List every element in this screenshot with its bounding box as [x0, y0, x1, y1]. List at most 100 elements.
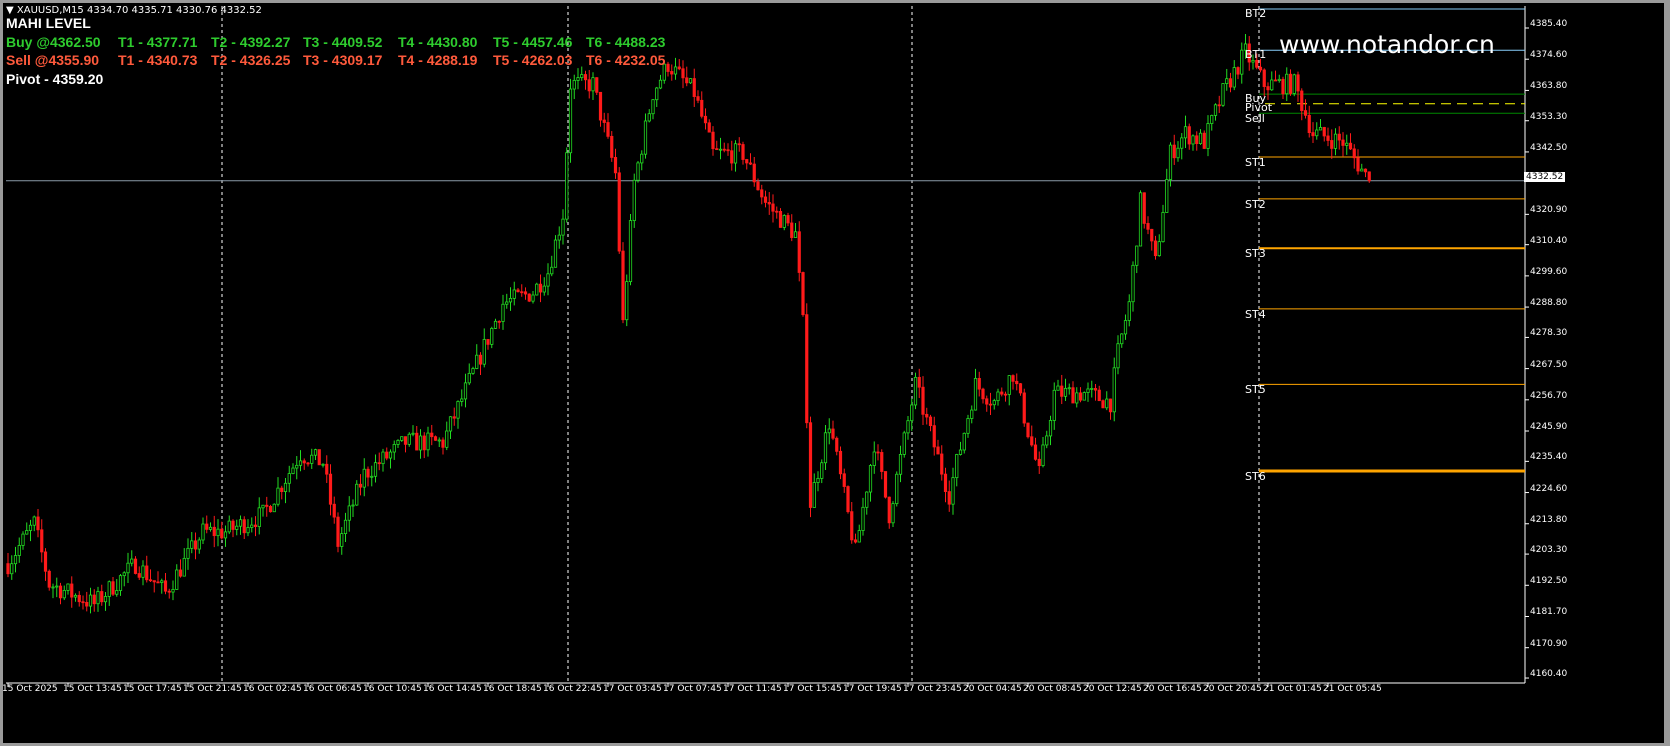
candle-body [343, 519, 348, 534]
price-chart[interactable] [3, 3, 1667, 743]
candle-body [1228, 78, 1233, 88]
candle-body [1003, 393, 1008, 396]
candle-body [73, 594, 78, 598]
candle-body [1026, 422, 1030, 438]
candle-body [1191, 135, 1195, 145]
candle-body [88, 594, 93, 607]
candle-body [508, 298, 513, 303]
candle-body [587, 79, 591, 92]
candle-body [801, 272, 805, 316]
candle-body [486, 339, 490, 345]
x-tick-label: 20 Oct 16:45 [1143, 684, 1202, 694]
candle-body [1105, 398, 1109, 409]
candle-body [1303, 110, 1308, 116]
candle-body [250, 524, 254, 528]
candle-body [118, 575, 123, 591]
candle-body [430, 432, 434, 438]
level-label-bt1: BT1 [1245, 48, 1267, 61]
candle-body [756, 181, 760, 191]
x-tick-label: 15 Oct 13:45 [63, 684, 122, 694]
candle-body [977, 378, 981, 390]
level-label-st4: ST4 [1245, 307, 1266, 321]
x-tick-label: 20 Oct 08:45 [1023, 684, 1082, 694]
candle-body [1356, 157, 1360, 172]
candle-body [621, 250, 625, 321]
candle-body [561, 218, 565, 236]
candle-body [107, 581, 111, 597]
candle-body [1240, 49, 1244, 75]
candle-body [1153, 240, 1158, 257]
candle-body [1236, 67, 1240, 75]
sell-target-0: Sell @4355.90 [6, 52, 100, 68]
candle-body [1082, 392, 1086, 401]
candle-body [478, 354, 483, 365]
candle-body [1217, 104, 1221, 107]
candle-body [1273, 79, 1278, 82]
candle-body [681, 68, 685, 79]
candle-body [47, 570, 51, 588]
candle-body [790, 222, 794, 238]
candle-body [580, 74, 584, 78]
candle-body [1285, 73, 1289, 95]
x-tick-label: 16 Oct 06:45 [303, 684, 362, 694]
candle-body [1075, 392, 1079, 404]
candle-body [1288, 73, 1293, 94]
candle-body [677, 66, 681, 70]
candle-body [1221, 83, 1225, 106]
candle-body [1360, 168, 1364, 172]
candle-body [148, 579, 153, 582]
candle-body [793, 231, 798, 238]
candle-body [576, 77, 580, 81]
y-tick-label: 4160.40 [1530, 669, 1568, 680]
candle-body [257, 507, 261, 527]
candle-body [1292, 74, 1296, 94]
candle-body [1090, 388, 1094, 390]
candle-body [981, 388, 985, 400]
candle-body [692, 78, 696, 98]
candle-body [227, 520, 231, 533]
x-tick-label: 16 Oct 22:45 [543, 684, 602, 694]
candle-body [1011, 375, 1015, 382]
candle-body [655, 87, 659, 101]
x-tick-label: 16 Oct 18:45 [483, 684, 542, 694]
candle-body [887, 496, 891, 524]
candle-body [122, 572, 126, 577]
x-tick-label: 16 Oct 10:45 [363, 684, 422, 694]
candle-body [1168, 144, 1173, 180]
candle-body [846, 486, 850, 513]
candle-body [441, 439, 445, 448]
level-label-st2: ST2 [1245, 197, 1266, 211]
candle-body [70, 583, 74, 598]
candle-body [1138, 192, 1143, 247]
candle-body [137, 573, 141, 578]
candle-body [373, 462, 378, 477]
candle-body [1341, 139, 1345, 146]
y-tick-label: 4256.70 [1530, 390, 1568, 401]
candle-body [467, 372, 471, 384]
candle-body [666, 63, 670, 72]
candle-body [287, 473, 291, 484]
candle-body [872, 451, 876, 466]
candle-body [51, 586, 55, 589]
candle-body [1101, 400, 1105, 409]
candle-body [276, 487, 280, 505]
candle-body [842, 473, 846, 487]
candle-body [962, 432, 966, 451]
current-price-label: 4332.52 [1524, 171, 1566, 182]
candle-body [208, 526, 213, 530]
candle-body [1187, 126, 1191, 145]
level-label-sell: Sell [1245, 112, 1265, 125]
candle-body [748, 162, 753, 165]
y-tick-label: 4181.70 [1530, 607, 1568, 618]
candle-body [1030, 436, 1034, 446]
candle-body [13, 555, 18, 565]
candle-body [1333, 133, 1338, 149]
candle-body [1116, 343, 1120, 369]
candle-body [928, 416, 933, 427]
candle-body [992, 400, 996, 406]
candle-body [242, 519, 246, 534]
candle-body [366, 468, 370, 478]
candle-body [542, 285, 546, 293]
candle-body [715, 148, 719, 151]
y-tick-label: 4170.90 [1530, 638, 1568, 649]
